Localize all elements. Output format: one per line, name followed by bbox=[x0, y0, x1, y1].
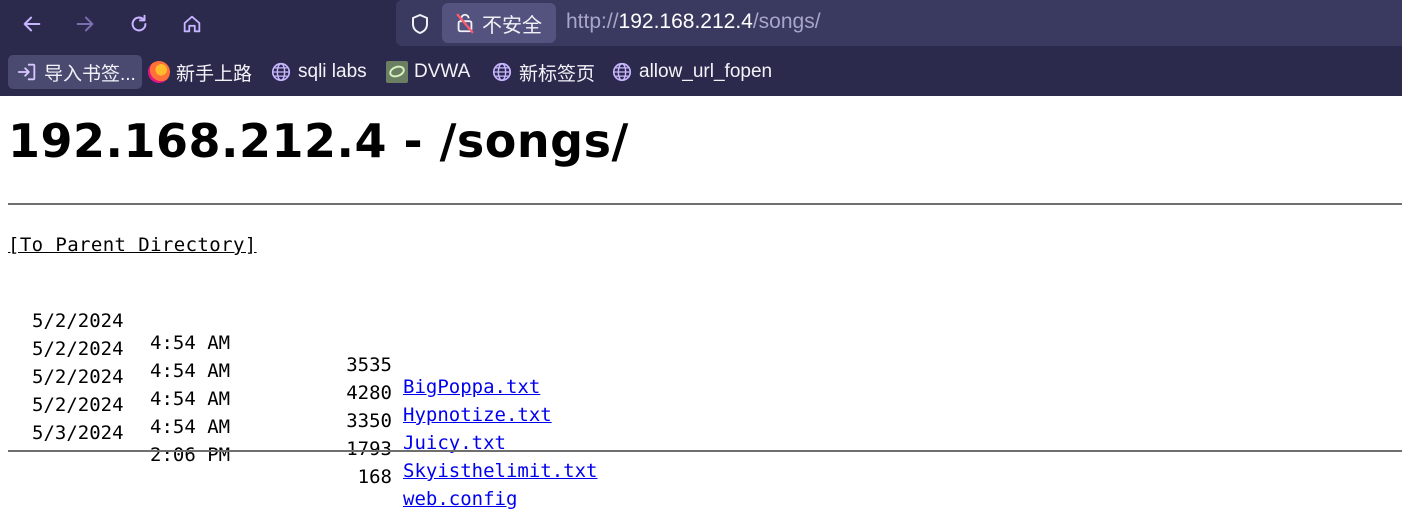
divider-bottom bbox=[8, 450, 1402, 452]
divider-top bbox=[8, 203, 1402, 205]
parent-directory-link[interactable]: [To Parent Directory] bbox=[8, 234, 257, 256]
bookmark-import[interactable]: 导入书签... bbox=[8, 55, 142, 89]
bookmark-sqli-labs[interactable]: sqli labs bbox=[270, 55, 367, 89]
bookmark-dvwa[interactable]: DVWA bbox=[386, 55, 470, 89]
file-row: 5/2/2024 4:54 AM 3535 BigPoppa.txt bbox=[0, 288, 540, 398]
arrow-left-icon bbox=[23, 16, 41, 32]
browser-toolbar: 不安全 http://192.168.212.4/songs/ bbox=[0, 0, 1402, 48]
bookmark-label: 导入书签... bbox=[44, 63, 136, 85]
file-time: 4:54 AM bbox=[150, 416, 231, 438]
reload-icon bbox=[131, 14, 147, 32]
firefox-icon bbox=[148, 61, 170, 83]
tracking-protection-button[interactable] bbox=[404, 8, 436, 40]
file-size: 3350 bbox=[346, 410, 392, 432]
file-time: 4:54 AM bbox=[150, 388, 231, 410]
security-label: 不安全 bbox=[482, 14, 542, 37]
file-link[interactable]: BigPoppa.txt bbox=[403, 376, 540, 398]
bookmark-new-tab[interactable]: 新标签页 bbox=[491, 55, 595, 89]
file-link[interactable]: web.config bbox=[403, 488, 517, 510]
bookmark-label: sqli labs bbox=[298, 61, 367, 82]
back-button[interactable] bbox=[14, 6, 50, 42]
bookmark-label: allow_url_fopen bbox=[639, 61, 773, 82]
file-time: 4:54 AM bbox=[150, 360, 231, 382]
globe-icon bbox=[492, 62, 512, 82]
url-text[interactable]: http://192.168.212.4/songs/ bbox=[566, 10, 821, 34]
bookmark-label: 新标签页 bbox=[519, 63, 596, 85]
bookmark-allow-url-fopen[interactable]: allow_url_fopen bbox=[611, 55, 772, 89]
bookmark-label: DVWA bbox=[414, 61, 471, 82]
bookmark-getting-started[interactable]: 新手上路 bbox=[148, 55, 252, 89]
globe-icon bbox=[612, 62, 632, 82]
file-size: 168 bbox=[357, 466, 392, 488]
connection-security-button[interactable]: 不安全 bbox=[442, 3, 556, 43]
url-prefix: http:// bbox=[566, 10, 619, 33]
file-row: 5/3/2024 2:06 PM 168 web.config bbox=[0, 400, 517, 510]
file-row: 5/2/2024 4:54 AM 1793 Skyisthelimit.txt bbox=[0, 372, 597, 482]
forward-button[interactable] bbox=[67, 6, 103, 42]
bookmark-label: 新手上路 bbox=[176, 63, 253, 85]
home-button[interactable] bbox=[174, 6, 210, 42]
file-date: 5/3/2024 bbox=[32, 422, 124, 444]
bookmarks-bar: 导入书签... 新手上路 sqli labs DVWA 新标签页 allow_u… bbox=[0, 48, 1402, 96]
page-title: 192.168.212.4 - /songs/ bbox=[8, 114, 629, 168]
file-link[interactable]: Skyisthelimit.txt bbox=[403, 460, 597, 482]
dvwa-icon bbox=[386, 61, 408, 83]
globe-icon bbox=[271, 62, 291, 82]
import-icon bbox=[17, 63, 36, 81]
file-row: 5/2/2024 4:54 AM 3350 Juicy.txt bbox=[0, 344, 506, 454]
file-link[interactable]: Hypnotize.txt bbox=[403, 404, 552, 426]
home-icon bbox=[183, 15, 201, 33]
file-size: 4280 bbox=[346, 382, 392, 404]
insecure-lock-icon bbox=[456, 13, 474, 34]
reload-button[interactable] bbox=[121, 6, 157, 42]
file-size: 1793 bbox=[346, 438, 392, 460]
arrow-right-icon bbox=[76, 16, 94, 32]
file-time: 4:54 AM bbox=[150, 332, 231, 354]
shield-icon bbox=[412, 14, 428, 34]
file-time: 2:06 PM bbox=[150, 444, 231, 466]
url-path: /songs/ bbox=[752, 10, 821, 33]
url-host: 192.168.212.4 bbox=[618, 10, 753, 33]
file-size: 3535 bbox=[346, 354, 392, 376]
file-row: 5/2/2024 4:54 AM 4280 Hypnotize.txt bbox=[0, 316, 552, 426]
